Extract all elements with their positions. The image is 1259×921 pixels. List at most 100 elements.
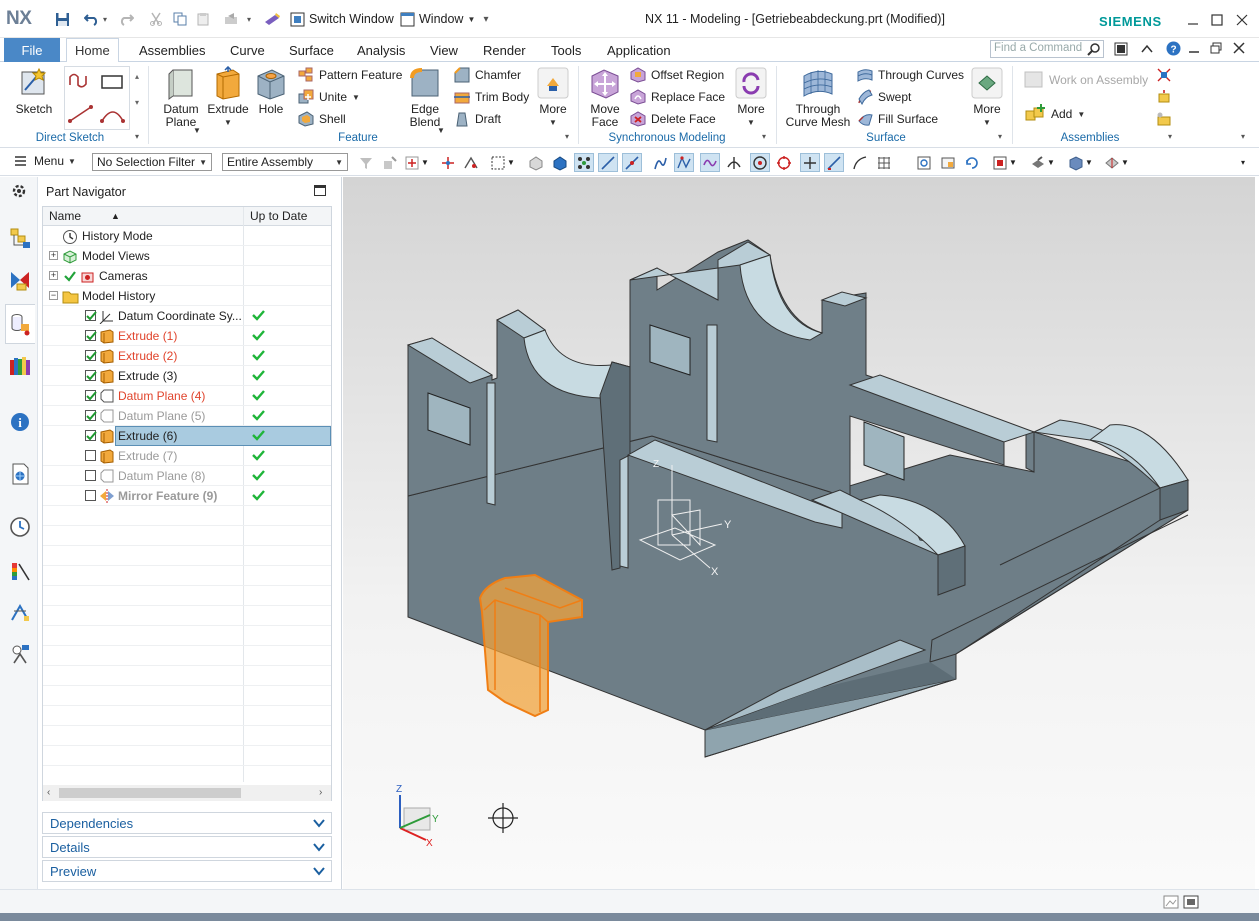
collapse-ribbon-icon[interactable] (1140, 42, 1154, 56)
visibility-checkbox[interactable] (85, 450, 96, 461)
offset-region-button[interactable]: Offset Region (630, 67, 724, 83)
pattern-feature-button[interactable]: Pattern Feature (298, 67, 402, 83)
maximize-panel-icon[interactable] (314, 185, 326, 196)
tree-row-history-mode[interactable]: History Mode (43, 226, 331, 246)
undo-list-icon[interactable]: ▾ (100, 9, 110, 29)
snap-arc-center-icon[interactable] (750, 153, 770, 172)
part-navigator-tab[interactable] (5, 304, 35, 344)
through-curves-button[interactable]: Through Curves (857, 67, 964, 83)
visibility-checkbox[interactable] (85, 490, 96, 501)
visibility-checkbox[interactable] (85, 430, 97, 441)
assembly-constraints-icon[interactable] (1156, 67, 1172, 83)
arc-icon[interactable] (99, 103, 127, 125)
gear-icon[interactable] (9, 181, 31, 203)
tree-row-extrude-7[interactable]: Extrude (7) (43, 446, 331, 466)
tab-home[interactable]: Home (66, 38, 119, 63)
tree-row-extrude-2[interactable]: Extrude (2) (43, 346, 331, 366)
undo-icon[interactable] (82, 9, 102, 29)
toolbar-options-icon[interactable]: ▾ (1238, 153, 1248, 172)
preview-panel[interactable]: Preview (42, 860, 332, 882)
paste-icon[interactable] (193, 9, 213, 29)
background-icon[interactable] (1066, 153, 1086, 172)
snap-grid-icon[interactable] (874, 153, 894, 172)
tree-row-cameras[interactable]: + Cameras (43, 266, 331, 286)
tree-row-datum-plane-5[interactable]: Datum Plane (5) (43, 406, 331, 426)
tab-surface[interactable]: Surface (281, 38, 342, 62)
minimize-icon[interactable] (1183, 10, 1203, 30)
resource-bar-toggle-icon[interactable] (1114, 42, 1128, 56)
extrude-button[interactable]: Extrude ▼ (206, 66, 250, 129)
tree-row-datum-csys[interactable]: Datum Coordinate Sy... (43, 306, 331, 326)
profile-icon[interactable] (67, 71, 95, 91)
select-body-icon[interactable] (526, 153, 546, 172)
visibility-checkbox[interactable] (85, 410, 97, 421)
touch-mode-icon[interactable] (262, 9, 282, 29)
history-icon[interactable] (9, 516, 31, 538)
chevron-down-icon[interactable]: ▼ (1008, 153, 1018, 172)
tree-row-model-views[interactable]: + Model Views (43, 246, 331, 266)
reuse-library-icon[interactable] (9, 355, 31, 377)
help-icon[interactable]: ? (1166, 41, 1181, 56)
repeat-command-icon[interactable] (222, 9, 242, 29)
rotate-view-icon[interactable] (962, 153, 982, 172)
move-face-button[interactable]: Move Face (586, 66, 624, 129)
snap-intersection-icon[interactable] (724, 153, 744, 172)
collapse-icon[interactable]: − (49, 291, 58, 300)
close-icon[interactable] (1232, 10, 1252, 30)
cut-icon[interactable] (146, 9, 166, 29)
rectangle-icon[interactable] (99, 73, 125, 91)
full-screen-icon[interactable] (1183, 894, 1199, 910)
customize-quick-access-icon[interactable]: ▾ (476, 9, 496, 29)
snap-spline-icon[interactable] (700, 153, 720, 172)
fill-surface-button[interactable]: Fill Surface (857, 111, 938, 127)
gallery-scroll-down-icon[interactable]: ▾ (135, 98, 139, 107)
tab-analysis[interactable]: Analysis (349, 38, 413, 62)
snap-bounded-icon[interactable] (850, 153, 870, 172)
visibility-checkbox[interactable] (85, 470, 96, 481)
snap-point-on-curve-icon[interactable] (800, 153, 820, 172)
filter-options-icon[interactable] (356, 153, 376, 172)
web-browser-icon[interactable] (9, 463, 31, 485)
dependencies-panel[interactable]: Dependencies (42, 812, 332, 834)
select-face-icon[interactable] (550, 153, 570, 172)
visibility-checkbox[interactable] (85, 350, 97, 361)
chevron-down-icon[interactable]: ▼ (1046, 153, 1056, 172)
tab-view[interactable]: View (422, 38, 466, 62)
edit-section-icon[interactable] (1102, 153, 1122, 172)
sync-more-button[interactable]: More ▼ (732, 66, 770, 129)
fit-view-icon[interactable] (914, 153, 934, 172)
details-panel[interactable]: Details (42, 836, 332, 858)
redo-icon[interactable] (116, 9, 136, 29)
constraint-navigator-icon[interactable] (9, 269, 31, 291)
column-header-up-to-date[interactable]: Up to Date (243, 207, 331, 226)
chevron-down-icon[interactable]: ▼ (506, 153, 516, 172)
doc-minimize-icon[interactable] (1188, 42, 1200, 54)
tab-assemblies[interactable]: Assemblies (131, 38, 213, 62)
snap-quadrant-icon[interactable] (774, 153, 794, 172)
datum-plane-button[interactable]: Datum Plane ▼ (158, 66, 204, 135)
move-component-icon[interactable] (1156, 89, 1172, 105)
visibility-checkbox[interactable] (85, 390, 97, 401)
horizontal-scrollbar[interactable]: ‹ › (43, 785, 331, 801)
tree-row-model-history[interactable]: − Model History (43, 286, 331, 306)
snap-curve-icon[interactable] (650, 153, 670, 172)
visibility-checkbox[interactable] (85, 310, 97, 321)
doc-restore-icon[interactable] (1210, 42, 1222, 54)
swept-button[interactable]: Swept (857, 89, 911, 105)
doc-close-icon[interactable] (1233, 42, 1245, 54)
switch-window-button[interactable]: Switch Window (290, 9, 394, 29)
selection-filter-select[interactable]: No Selection Filter ▼ (92, 153, 212, 171)
chevron-down-icon[interactable]: ▼ (420, 153, 430, 172)
visibility-checkbox[interactable] (85, 330, 97, 341)
existing-point-icon[interactable] (438, 153, 458, 172)
tree-row-datum-plane-4[interactable]: Datum Plane (4) (43, 386, 331, 406)
gallery-scroll-up-icon[interactable]: ▴ (135, 72, 139, 81)
replace-face-button[interactable]: Replace Face (630, 89, 725, 105)
through-curve-mesh-button[interactable]: Through Curve Mesh (784, 66, 852, 129)
tab-curve[interactable]: Curve (222, 38, 273, 62)
tab-render[interactable]: Render (475, 38, 534, 62)
status-image-icon[interactable] (1163, 894, 1179, 910)
tab-file[interactable]: File (4, 38, 60, 62)
column-header-name[interactable]: Name ▲ (43, 207, 243, 226)
feature-group-more-icon[interactable]: ▾ (565, 132, 569, 141)
